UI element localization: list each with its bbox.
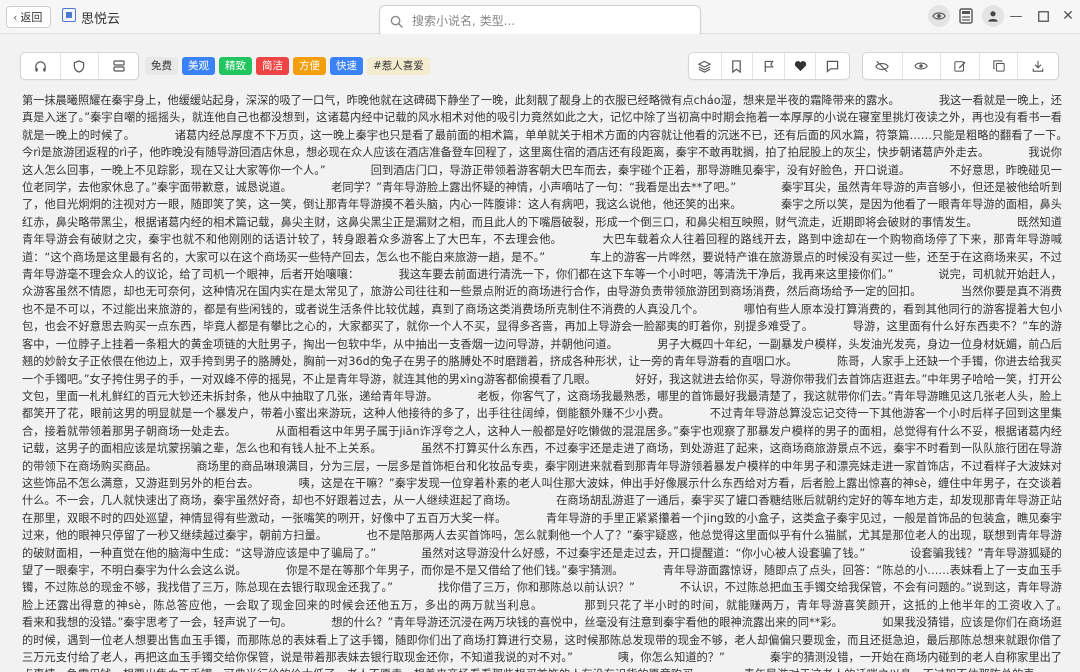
flag-button[interactable] bbox=[753, 53, 785, 79]
paragraph: 第一抹晨曦照耀在秦宇身上，他缓缓站起身，深深的吸了一口气，昨晚他就在这碑碣下静坐… bbox=[22, 94, 895, 107]
flag-icon bbox=[764, 60, 774, 72]
minimize-button[interactable]: — bbox=[1006, 5, 1026, 27]
copy-icon bbox=[992, 60, 1005, 72]
protect-button[interactable] bbox=[61, 53, 100, 79]
close-button[interactable]: ✕ bbox=[1058, 5, 1078, 27]
back-button[interactable]: ‹ 返回 bbox=[6, 6, 52, 28]
edit-button[interactable] bbox=[941, 53, 980, 79]
middle-button-group bbox=[688, 52, 850, 80]
paragraph: 回到酒店门口，导游正带领着游客朝大巴车而去，秦宇碰个正着，那导游瞧见秦宇，没有好… bbox=[370, 163, 905, 177]
shield-icon bbox=[74, 59, 85, 73]
paragraph: 想的什么？”青年导游还沉浸在两万块钱的喜悦中，丝毫没有注意到秦宇看他的眼神流露出… bbox=[331, 616, 838, 630]
search-input[interactable] bbox=[412, 11, 692, 31]
audio-button[interactable] bbox=[21, 53, 61, 79]
bookmark-button[interactable] bbox=[722, 53, 754, 79]
paragraph: 青年导游对于这老人的话嗤之以鼻，不过架不住那陈总的表 bbox=[699, 668, 1035, 672]
bookmark-icon bbox=[732, 59, 742, 73]
eye-icon bbox=[932, 12, 946, 20]
comment-icon bbox=[826, 60, 839, 73]
storage-button[interactable] bbox=[99, 53, 138, 79]
paragraph: 虽然对这导游没什么好感，不过秦宇还是走过去，开口提醒道：“你小心被人设套骗了钱。… bbox=[421, 546, 866, 560]
paragraph: 老同学？”青年导游脸上露出怀疑的神情，小声嘀咕了一句：“我看是出去**了吧。” bbox=[331, 181, 737, 195]
user-icon bbox=[988, 11, 998, 22]
drive-icon bbox=[113, 60, 125, 72]
download-button[interactable] bbox=[1018, 53, 1058, 79]
view-toggle-button[interactable] bbox=[928, 5, 950, 27]
title-bar: ‹ 返回 思悦云 — bbox=[0, 0, 1080, 37]
paragraph: 你是不是在等那个年男子，而你是不是又借给了他们钱。”秦宇猜测。 bbox=[286, 563, 618, 577]
reader-toolbar: 免费 美观 精致 简洁 方便 快速 #惹人喜爱 bbox=[0, 34, 1080, 90]
chapter-text: 第一抹晨曦照耀在秦宇身上，他缓缓站起身，深深的吸了一口气，昨晚他就在这碑碣下静坐… bbox=[22, 92, 1062, 672]
reader-content[interactable]: 第一抹晨曦照耀在秦宇身上，他缓缓站起身，深深的吸了一口气，昨晚他就在这碑碣下静坐… bbox=[0, 90, 1080, 672]
tag-fast[interactable]: 快速 bbox=[330, 57, 363, 75]
tag-exquisite[interactable]: 精致 bbox=[219, 57, 252, 75]
document-icon bbox=[959, 8, 973, 24]
right-button-group bbox=[862, 52, 1059, 80]
chevron-left-icon: ‹ bbox=[13, 10, 18, 24]
document-button[interactable] bbox=[955, 5, 977, 27]
minimize-icon: — bbox=[1009, 8, 1023, 24]
search-icon bbox=[390, 15, 403, 28]
headphones-icon bbox=[35, 60, 46, 72]
heart-icon bbox=[794, 61, 806, 72]
tag-free[interactable]: 免费 bbox=[145, 57, 178, 75]
tag-beautiful[interactable]: 美观 bbox=[182, 57, 215, 75]
paragraph: 我这车要去前面进行清洗一下，你们都在这下车等一个小时吧，等清洗干净后，我再来这里… bbox=[398, 268, 894, 282]
left-button-group bbox=[20, 52, 139, 80]
edit-icon bbox=[954, 61, 966, 72]
tag-list: 免费 美观 精致 简洁 方便 快速 #惹人喜爱 bbox=[145, 57, 430, 75]
layers-button[interactable] bbox=[689, 53, 722, 79]
eye-off-icon bbox=[875, 60, 890, 72]
eye-icon bbox=[914, 62, 929, 70]
tag-convenient[interactable]: 方便 bbox=[293, 57, 326, 75]
app-title: 思悦云 bbox=[81, 12, 121, 27]
layers-icon bbox=[698, 60, 712, 73]
paragraph: 诸葛内经总厚度不下万页，这一晚上秦宇也只是看了最前面的相术篇，单单就关于相术方面… bbox=[174, 128, 1063, 142]
paragraph: 那到只花了半小时的时间，就能赚两万，青年导游喜笑颜开，这抵的上他半年的工资收入了… bbox=[584, 598, 1062, 612]
close-icon: ✕ bbox=[1062, 8, 1074, 24]
back-button-label: 返回 bbox=[20, 11, 43, 24]
user-button[interactable] bbox=[982, 5, 1004, 27]
maximize-icon bbox=[1037, 10, 1049, 22]
download-icon bbox=[1032, 60, 1044, 72]
tag-simple[interactable]: 简洁 bbox=[256, 57, 289, 75]
maximize-button[interactable] bbox=[1033, 5, 1053, 27]
tag-lovely[interactable]: #惹人喜爱 bbox=[367, 57, 430, 75]
show-button[interactable] bbox=[903, 53, 942, 79]
search-box[interactable] bbox=[379, 5, 701, 37]
app-logo-icon bbox=[62, 8, 76, 22]
copy-button[interactable] bbox=[980, 53, 1019, 79]
paragraph: 找你借了三万，你和那陈总以前认识？” bbox=[437, 581, 635, 595]
favorite-button[interactable] bbox=[785, 53, 817, 79]
paragraph: 咦，你怎么知道的？” bbox=[617, 651, 725, 664]
hide-button[interactable] bbox=[863, 53, 903, 79]
comment-button[interactable] bbox=[816, 53, 849, 79]
